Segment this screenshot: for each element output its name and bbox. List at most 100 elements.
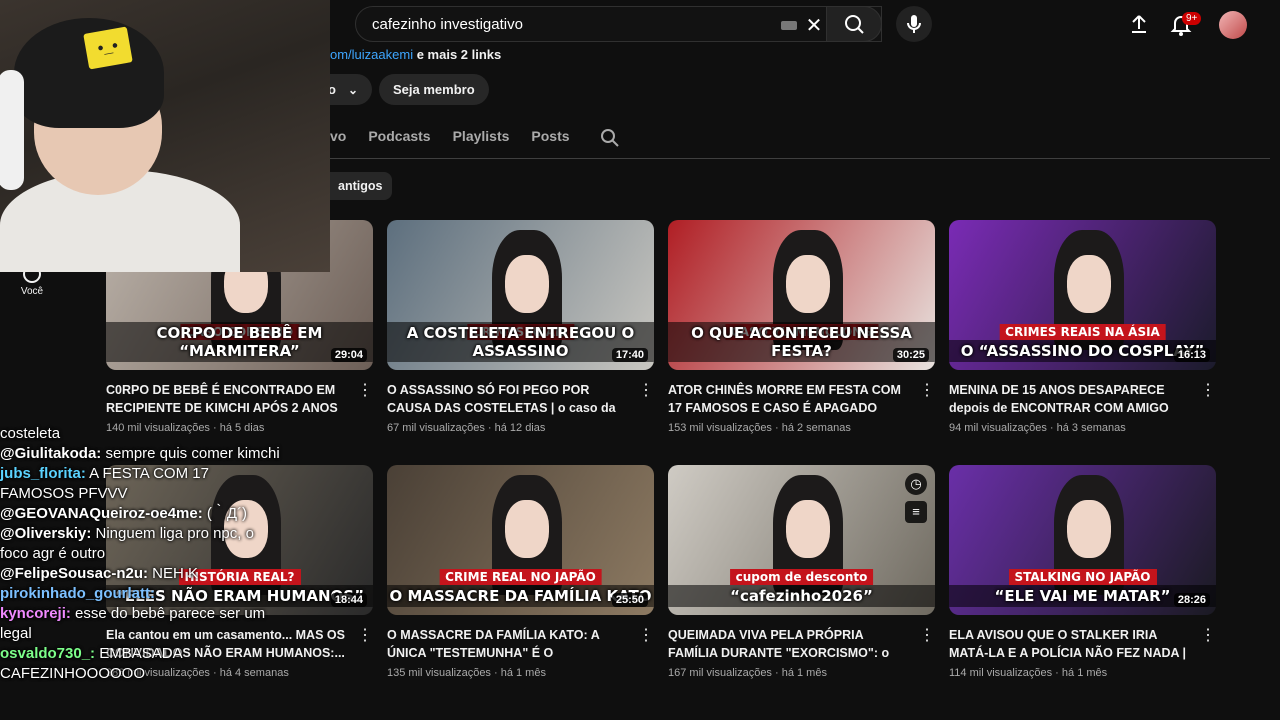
- video-duration: 16:13: [1173, 348, 1210, 362]
- thumbnail-tag: CRIMES REAIS NA ÁSIA: [999, 324, 1166, 340]
- upload-age: há 12 dias: [494, 422, 546, 434]
- filter-chip-label: antigos: [338, 179, 383, 193]
- beanie-patch: •_•: [83, 26, 133, 70]
- video-title[interactable]: ELA AVISOU QUE O STALKER IRIA MATÁ-LA E …: [949, 626, 1189, 662]
- video-meta: 67 mil visualizações · há 12 dias: [387, 422, 546, 434]
- clear-search-icon[interactable]: ✕: [804, 13, 824, 38]
- mic-icon: [907, 15, 921, 33]
- tab-posts[interactable]: Posts: [531, 128, 569, 148]
- chat-message: @Giulitakoda: sempre quis comer kimchi: [0, 444, 280, 464]
- video-card[interactable]: cupom de desconto “cafezinho2026” ◷ ≡ QUE…: [668, 465, 935, 679]
- chat-message: jubs_florita: A FESTA COM 17 FAMOSOS PFV…: [0, 464, 280, 504]
- video-title[interactable]: O MASSACRE DA FAMÍLIA KATO: A ÚNICA "TES…: [387, 626, 627, 662]
- thumbnail-face: [1067, 500, 1111, 558]
- thumbnail-face: [1067, 255, 1111, 313]
- channel-search-icon[interactable]: [600, 128, 620, 148]
- more-options-icon[interactable]: ⋮: [1200, 380, 1216, 402]
- search-icon: [845, 15, 864, 34]
- chat-username: @Giulitakoda:: [0, 445, 102, 462]
- video-title[interactable]: ATOR CHINÊS MORRE EM FESTA COM 17 FAMOSO…: [668, 381, 908, 417]
- webcam-overlay: •_•: [0, 0, 330, 272]
- chat-text: costeleta: [0, 425, 61, 442]
- headphone-icon: [0, 70, 24, 190]
- upload-age: há 1 mês: [781, 667, 827, 679]
- thumbnail-tag: cupom de desconto: [729, 569, 874, 585]
- upload-age: há 1 mês: [1061, 667, 1108, 679]
- view-count: 67 mil visualizações: [387, 422, 485, 434]
- upload-button[interactable]: [1123, 8, 1155, 40]
- more-links[interactable]: e mais 2 links: [413, 47, 502, 62]
- thumbnail-tag: CRIME REAL NO JAPÃO: [439, 569, 602, 585]
- video-thumbnail[interactable]: cupom de desconto “cafezinho2026” ◷ ≡: [668, 465, 935, 615]
- video-thumbnail[interactable]: STALKING NO JAPÃO “ELE VAI ME MATAR” 28:…: [949, 465, 1216, 615]
- chat-message: osvaldo730_: EMBASADA CAFEZINHOOOOOO: [0, 644, 280, 684]
- search-box[interactable]: ✕: [355, 6, 882, 42]
- upload-age: há 1 mês: [500, 667, 546, 679]
- tab-playlists[interactable]: Playlists: [453, 128, 510, 148]
- video-card[interactable]: CASO YU MENGLONG O QUE ACONTECEU NESSA F…: [668, 220, 935, 434]
- more-options-icon[interactable]: ⋮: [919, 625, 935, 647]
- chat-text: NEH K: [148, 565, 199, 582]
- filter-chip-oldest[interactable]: antigos: [320, 172, 393, 200]
- video-card[interactable]: CRIMES REAIS A COSTELETA ENTREGOU O ASSA…: [387, 220, 654, 434]
- view-count: 167 mil visualizações: [668, 667, 772, 679]
- thumbnail-face: [505, 500, 549, 558]
- tab-live[interactable]: vo: [330, 128, 346, 148]
- chat-username: osvaldo730_:: [0, 645, 96, 662]
- video-meta: 135 mil visualizações · há 1 mês: [387, 667, 546, 679]
- add-to-queue-icon[interactable]: ≡: [905, 501, 927, 523]
- more-options-icon[interactable]: ⋮: [919, 380, 935, 402]
- channel-links: om/luizaakemi e mais 2 links: [330, 47, 501, 62]
- thumbnail-face: [505, 255, 549, 313]
- more-options-icon[interactable]: ⋮: [357, 625, 373, 647]
- voice-search-button[interactable]: [896, 6, 932, 42]
- video-thumbnail[interactable]: CRIME REAL NO JAPÃO O MASSACRE DA FAMÍLI…: [387, 465, 654, 615]
- account-avatar[interactable]: [1219, 11, 1247, 39]
- video-duration: 30:25: [892, 348, 929, 362]
- video-meta: 153 mil visualizações · há 2 semanas: [668, 422, 851, 434]
- join-button[interactable]: Seja membro: [379, 74, 489, 105]
- video-duration: 18:44: [330, 593, 367, 607]
- more-options-icon[interactable]: ⋮: [1200, 625, 1216, 647]
- video-duration: 25:50: [611, 593, 648, 607]
- chat-text: (｀Д´): [202, 505, 248, 522]
- chat-username: jubs_florita:: [0, 465, 86, 482]
- notification-badge: 9+: [1182, 12, 1202, 25]
- video-thumbnail[interactable]: CRIMES REAIS A COSTELETA ENTREGOU O ASSA…: [387, 220, 654, 370]
- thumbnail-tag: STALKING NO JAPÃO: [1008, 569, 1157, 585]
- upload-age: há 3 semanas: [1056, 422, 1126, 434]
- view-count: 94 mil visualizações: [949, 422, 1047, 434]
- video-meta: 167 mil visualizações · há 1 mês: [668, 667, 827, 679]
- video-thumbnail[interactable]: CRIMES REAIS NA ÁSIA O “ASSASSINO DO COS…: [949, 220, 1216, 370]
- more-options-icon[interactable]: ⋮: [638, 380, 654, 402]
- video-card[interactable]: CRIME REAL NO JAPÃO O MASSACRE DA FAMÍLI…: [387, 465, 654, 679]
- video-card[interactable]: CRIMES REAIS NA ÁSIA O “ASSASSINO DO COS…: [949, 220, 1216, 434]
- upload-age: há 2 semanas: [781, 422, 851, 434]
- search-button[interactable]: [826, 6, 882, 42]
- video-card[interactable]: STALKING NO JAPÃO “ELE VAI ME MATAR” 28:…: [949, 465, 1216, 679]
- chat-message: pirokinhado_gourlatt:: [0, 584, 280, 604]
- chevron-down-icon: ⌄: [347, 82, 359, 97]
- channel-link[interactable]: om/luizaakemi: [330, 47, 413, 62]
- video-thumbnail[interactable]: CASO YU MENGLONG O QUE ACONTECEU NESSA F…: [668, 220, 935, 370]
- more-options-icon[interactable]: ⋮: [638, 625, 654, 647]
- video-title[interactable]: O ASSASSINO SÓ FOI PEGO POR CAUSA DAS CO…: [387, 381, 627, 417]
- chat-username: pirokinhado_gourlatt:: [0, 585, 155, 602]
- search-input[interactable]: [372, 16, 752, 33]
- tab-podcasts[interactable]: Podcasts: [368, 128, 430, 148]
- view-count: 135 mil visualizações: [387, 667, 491, 679]
- watch-later-icon[interactable]: ◷: [905, 473, 927, 495]
- more-options-icon[interactable]: ⋮: [357, 380, 373, 402]
- video-title[interactable]: QUEIMADA VIVA PELA PRÓPRIA FAMÍLIA DURAN…: [668, 626, 908, 662]
- view-count: 153 mil visualizações: [668, 422, 772, 434]
- video-title[interactable]: C0RPO DE BEBÊ É ENCONTRADO EM RECIPIENTE…: [106, 381, 346, 417]
- video-duration: 29:04: [330, 348, 367, 362]
- sidebar-item-label: Você: [20, 286, 44, 297]
- video-title[interactable]: MENINA DE 15 ANOS DESAPARECE depois de E…: [949, 381, 1189, 417]
- chat-username: @FelipeSousac-n2u:: [0, 565, 148, 582]
- chat-message: kyncoreji: esse do bebê parece ser um le…: [0, 604, 280, 644]
- chat-message: @Oliverskiy: Ninguem liga pro npc, o foc…: [0, 524, 280, 564]
- chat-username: @GEOVANAQueiroz-oe4me:: [0, 505, 203, 522]
- channel-tabs: vo Podcasts Playlists Posts: [330, 128, 620, 148]
- keyboard-icon[interactable]: [781, 21, 797, 30]
